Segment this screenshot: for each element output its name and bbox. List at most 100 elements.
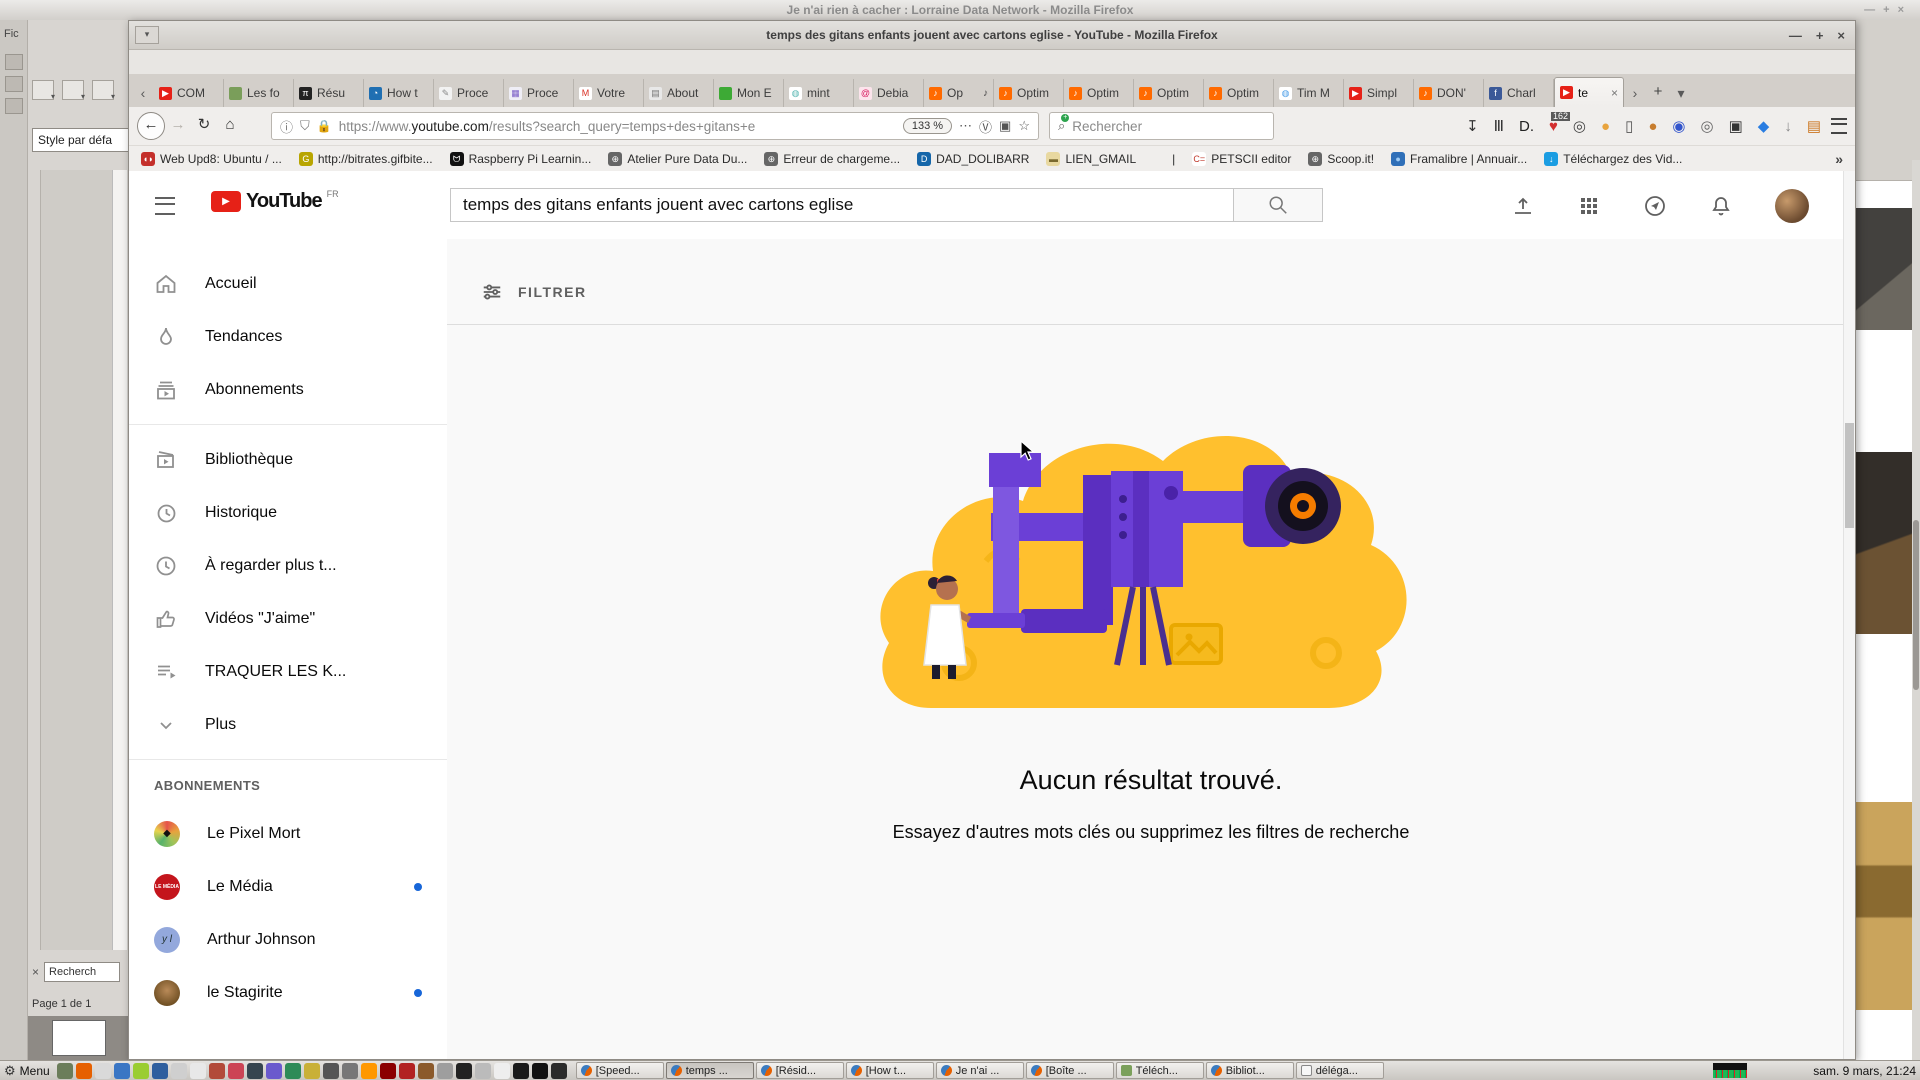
browser-tab[interactable]: Mon E ♪ ×	[714, 79, 784, 107]
forward-button[interactable]: →	[165, 113, 191, 139]
home-button[interactable]: ⌂	[217, 113, 243, 139]
bookmark-item[interactable]: ⊕ Scoop.it!	[1308, 152, 1374, 166]
page-info-icon[interactable]: ⓘ	[280, 117, 293, 136]
taskbar-window-button[interactable]: Bibliot...	[1206, 1062, 1294, 1079]
toolbar-button[interactable]	[32, 80, 54, 100]
extension-icon[interactable]: ◆	[1758, 119, 1770, 134]
taskbar-window-button[interactable]: temps ...	[666, 1062, 754, 1079]
search-input[interactable]: temps des gitans enfants jouent avec car…	[450, 188, 1234, 222]
bookmark-item[interactable]: ᗢ Raspberry Pi Learnin...	[450, 152, 592, 166]
toolbar-icon[interactable]	[5, 76, 23, 92]
url-bar[interactable]: ⓘ ⛉ 🔒 https://www.youtube.com/results?se…	[271, 112, 1039, 140]
subscription-le-media[interactable]: LE MÉDIA Le Média	[129, 860, 447, 913]
sidebar-item-bibliotheque[interactable]: Bibliothèque	[129, 433, 447, 486]
launcher-icon[interactable]	[513, 1063, 529, 1079]
sidebar-item-plus[interactable]: Plus	[129, 698, 447, 751]
taskbar-window-button[interactable]: déléga...	[1296, 1062, 1384, 1079]
reload-button[interactable]: ↻	[191, 113, 217, 139]
tab-scroll-left-icon[interactable]: ‹	[132, 79, 154, 107]
close-icon[interactable]: ×	[32, 965, 39, 979]
browser-tab[interactable]: @ Debia ♪ ×	[854, 79, 924, 107]
new-tab-button[interactable]: +	[1646, 79, 1670, 107]
guide-hamburger-icon[interactable]	[155, 197, 175, 215]
tracking-shield-icon[interactable]: ⛉	[300, 118, 310, 134]
browser-tab[interactable]: M Votre ♪ ×	[574, 79, 644, 107]
launcher-icon[interactable]	[304, 1063, 320, 1079]
bookmark-item[interactable]: ▬ LIEN_GMAIL	[1046, 152, 1136, 166]
launcher-icon[interactable]	[399, 1063, 415, 1079]
launcher-icon[interactable]	[437, 1063, 453, 1079]
messages-icon[interactable]	[1643, 194, 1667, 218]
search-icon[interactable]: ⌕	[1058, 118, 1065, 134]
extension-icon[interactable]: ◎	[1573, 119, 1586, 134]
save-page-icon[interactable]: ▣	[999, 118, 1011, 134]
tab-sound-icon[interactable]: ♪	[983, 88, 988, 99]
bookmark-star-icon[interactable]: ☆	[1018, 118, 1030, 134]
browser-tab[interactable]: ♪ Optim ♪ ×	[1064, 79, 1134, 107]
taskbar-window-button[interactable]: [Résid...	[756, 1062, 844, 1079]
browser-tab[interactable]: ♪ DON' ♪ ×	[1414, 79, 1484, 107]
scrollbar-thumb[interactable]	[1845, 423, 1854, 528]
launcher-icon[interactable]	[285, 1063, 301, 1079]
taskbar-window-button[interactable]: Téléch...	[1116, 1062, 1204, 1079]
launcher-icon[interactable]	[456, 1063, 472, 1079]
close-button[interactable]: ×	[1837, 28, 1845, 43]
browser-tab[interactable]: Les fo ♪ ×	[224, 79, 294, 107]
extension-icon[interactable]: ●	[1648, 119, 1657, 134]
toolbar-button[interactable]	[92, 80, 114, 100]
applications-menu-button[interactable]: ⚙ Menu	[4, 1063, 50, 1079]
launcher-icon[interactable]	[532, 1063, 548, 1079]
url-text[interactable]: https://www.youtube.com/results?search_q…	[339, 119, 896, 134]
launcher-icon[interactable]	[76, 1063, 92, 1079]
sidebar-item-videos-jaime[interactable]: Vidéos "J'aime"	[129, 592, 447, 645]
youtube-logo[interactable]: ▶ YouTube FR	[211, 191, 339, 212]
extension-icon[interactable]: ◉	[1672, 119, 1685, 134]
background-scrollbar[interactable]	[1912, 160, 1920, 1060]
launcher-icon[interactable]	[266, 1063, 282, 1079]
browser-tab[interactable]: ▶ te ♪ ×	[1554, 77, 1624, 107]
launcher-icon[interactable]	[342, 1063, 358, 1079]
browser-tab[interactable]: ♪ Optim ♪ ×	[1204, 79, 1274, 107]
launcher-icon[interactable]	[418, 1063, 434, 1079]
launcher-icon[interactable]	[380, 1063, 396, 1079]
browser-tab[interactable]: π Résu ♪ ×	[294, 79, 364, 107]
extension-icon[interactable]: ▯	[1625, 119, 1633, 134]
window-titlebar[interactable]: ▾ temps des gitans enfants jouent avec c…	[129, 21, 1855, 50]
launcher-icon[interactable]	[551, 1063, 567, 1079]
launcher-icon[interactable]	[228, 1063, 244, 1079]
sidebar-item-abonnements[interactable]: Abonnements	[129, 363, 447, 416]
toolbar-icon[interactable]	[5, 98, 23, 114]
extension-icon[interactable]: D.	[1519, 119, 1534, 134]
scrollbar-thumb[interactable]	[1913, 520, 1919, 690]
sidebar-item-a-regarder-plus-tard[interactable]: À regarder plus t...	[129, 539, 447, 592]
page-thumbnail[interactable]	[52, 1020, 106, 1056]
browser-tab[interactable]: ▶ COM ♪ ×	[154, 79, 224, 107]
all-tabs-icon[interactable]: ▾	[1670, 79, 1692, 107]
bookmark-item[interactable]: ↓ Téléchargez des Vid...	[1544, 152, 1682, 166]
back-button[interactable]: ←	[137, 112, 165, 140]
browser-tab[interactable]: ▦ Proce ♪ ×	[504, 79, 574, 107]
browser-tab[interactable]: ♪ Optim ♪ ×	[1134, 79, 1204, 107]
taskbar-window-button[interactable]: [How t...	[846, 1062, 934, 1079]
extension-icon[interactable]: ↧	[1466, 119, 1479, 134]
extension-icon[interactable]: ▣	[1729, 119, 1743, 134]
browser-tab[interactable]: ◍ Tim M ♪ ×	[1274, 79, 1344, 107]
subscription-le-stagirite[interactable]: le Stagirite	[129, 966, 447, 1019]
launcher-icon[interactable]	[494, 1063, 510, 1079]
subscription-le-pixel-mort[interactable]: Le Pixel Mort	[129, 807, 447, 860]
launcher-icon[interactable]	[475, 1063, 491, 1079]
extension-icon[interactable]: ↓	[1784, 119, 1792, 134]
bookmark-item[interactable]: ◖◗ Web Upd8: Ubuntu / ...	[141, 152, 282, 166]
bookmark-item[interactable]: ● Framalibre | Annuair...	[1391, 152, 1527, 166]
subscription-arthur-johnson[interactable]: y l Arthur Johnson	[129, 913, 447, 966]
notifications-bell-icon[interactable]	[1709, 194, 1733, 218]
bookmark-item[interactable]: ⊕ Atelier Pure Data Du...	[608, 152, 747, 166]
filter-button[interactable]: FILTRER	[481, 281, 1855, 303]
browser-tab[interactable]: ▤ About ♪ ×	[644, 79, 714, 107]
extension-icon[interactable]: ▤	[1807, 119, 1821, 134]
taskbar-window-button[interactable]: Je n'ai ...	[936, 1062, 1024, 1079]
launcher-icon[interactable]	[323, 1063, 339, 1079]
cpu-graph[interactable]	[1713, 1063, 1747, 1078]
toolbar-icon[interactable]	[5, 54, 23, 70]
toolbar-button[interactable]	[62, 80, 84, 100]
